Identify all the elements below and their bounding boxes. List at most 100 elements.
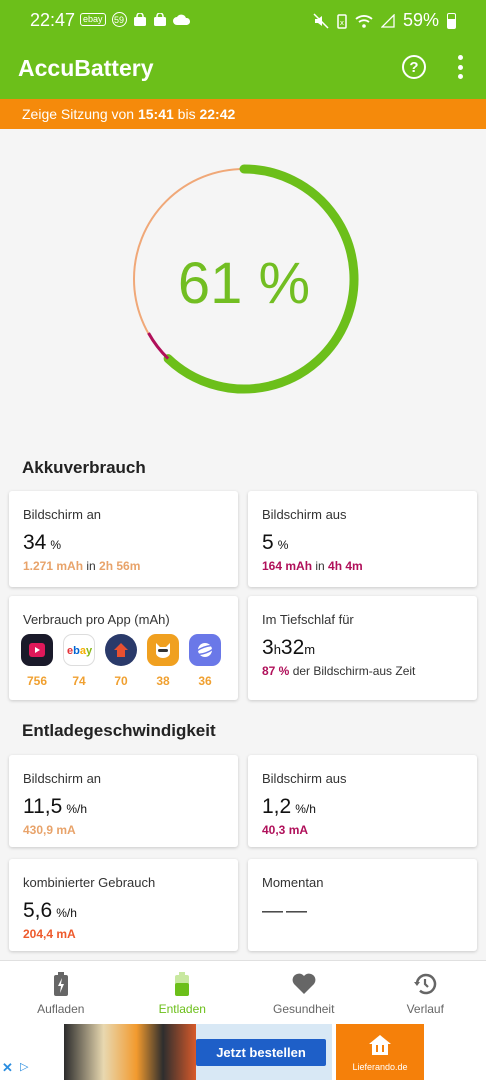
app-value: 38 — [156, 674, 170, 688]
battery-discharging-icon — [175, 971, 190, 997]
card-label: Im Tiefschlaf für — [262, 612, 354, 627]
minutes-unit: m — [304, 642, 316, 657]
count-notification-icon: 59 — [111, 12, 127, 27]
card-label: Momentan — [262, 875, 324, 890]
card-screen-off-usage[interactable]: Bildschirm aus 5% 164 mAh in 4h 4m — [248, 491, 477, 587]
card-label: Bildschirm an — [23, 507, 102, 522]
svg-text:ebay: ebay — [67, 645, 92, 657]
ad-close-icon[interactable]: ✕ — [2, 1060, 13, 1076]
card-discharge-screen-off[interactable]: Bildschirm aus 1,2 %/h 40,3 mA — [248, 755, 477, 847]
value-unit: %/h — [56, 906, 77, 920]
app-item[interactable]: 756 — [21, 634, 53, 688]
help-icon[interactable]: ? — [402, 55, 426, 79]
battery-icon — [447, 12, 456, 29]
card-label: kombinierter Gebrauch — [23, 875, 156, 890]
ad-food-image — [64, 1024, 196, 1080]
app-item[interactable]: 38 — [147, 634, 179, 688]
value-unit: %/h — [295, 802, 316, 816]
mah-value: 1.271 mAh — [23, 559, 84, 573]
card-sub: 204,4 mA — [23, 927, 76, 941]
card-value: 5% — [262, 531, 288, 555]
mute-icon — [313, 12, 329, 29]
card-sub: 430,9 mA — [23, 823, 76, 837]
time-value: 4h 4m — [328, 559, 363, 573]
value-unit: % — [277, 538, 289, 552]
mah-value: 164 mAh — [262, 559, 313, 573]
card-sub: 87 % der Bildschirm-aus Zeit — [262, 664, 415, 678]
card-discharge-momentary[interactable]: Momentan —— — [248, 859, 477, 951]
card-value: 34% — [23, 531, 61, 555]
card-sub: 1.271 mAh in 2h 56m — [23, 559, 140, 573]
ebay-icon: ebay — [63, 634, 95, 666]
session-mid: bis — [173, 106, 200, 122]
overflow-menu-icon[interactable] — [452, 55, 468, 79]
session-to: 22:42 — [199, 106, 236, 122]
card-sub: 40,3 mA — [262, 823, 308, 837]
card-label: Bildschirm aus — [262, 507, 347, 522]
value-number: 11,5 — [23, 795, 63, 818]
nav-verlauf[interactable]: Verlauf — [365, 961, 486, 1022]
signal-icon — [380, 13, 395, 28]
wifi-icon — [355, 14, 373, 28]
ad-choices-icon[interactable]: ▷ — [20, 1060, 28, 1073]
bottom-navigation: Aufladen Entladen Gesundheit Verlauf — [0, 960, 486, 1022]
nav-aufladen[interactable]: Aufladen — [0, 961, 122, 1022]
app-item[interactable]: ebay 74 — [63, 634, 95, 688]
app-value: 70 — [114, 674, 128, 688]
app-item[interactable]: 70 — [105, 634, 137, 688]
status-time: 22:47 — [30, 10, 76, 30]
card-discharge-screen-on[interactable]: Bildschirm an 11,5 %/h 430,9 mA — [9, 755, 238, 847]
cat-icon — [147, 634, 179, 666]
in-word: in — [312, 559, 329, 573]
momentary-value: —— — [262, 899, 310, 922]
app-title: AccuBattery — [18, 55, 154, 81]
hours-unit: h — [273, 642, 281, 657]
akkuverbrauch-title: Akkuverbrauch — [22, 458, 146, 477]
card-deep-sleep[interactable]: Im Tiefschlaf für 3h32m 87 % der Bildsch… — [248, 596, 477, 700]
deep-sleep-text: der Bildschirm-aus Zeit — [289, 664, 416, 678]
nav-label: Gesundheit — [273, 1002, 335, 1016]
gauge-percent: 61 % — [177, 251, 311, 316]
card-label: Verbrauch pro App (mAh) — [23, 612, 170, 627]
card-value: 5,6 %/h — [23, 899, 77, 923]
value-number: 1,2 — [262, 795, 292, 818]
ebay-notification-icon: ebay — [80, 13, 106, 26]
status-right: x 59% — [313, 10, 456, 31]
value-unit: %/h — [66, 802, 88, 816]
session-prefix: Zeige Sitzung von — [22, 106, 138, 122]
session-from: 15:41 — [137, 106, 174, 122]
nav-gesundheit[interactable]: Gesundheit — [243, 961, 365, 1022]
session-bar[interactable]: Zeige Sitzung von 15:41 bis 22:42 — [0, 99, 486, 129]
ad-banner[interactable]: Jetzt bestellen Lieferando.de ✕ ▷ — [0, 1022, 486, 1080]
card-label: Bildschirm an — [23, 771, 102, 786]
time-value: 2h 56m — [99, 559, 141, 573]
card-value: 1,2 %/h — [262, 795, 316, 819]
card-screen-on-usage[interactable]: Bildschirm an 34% 1.271 mAh in 2h 56m — [9, 491, 238, 587]
heart-icon — [292, 971, 316, 997]
nav-label: Aufladen — [37, 1002, 85, 1016]
minutes-value: 32 — [280, 636, 305, 659]
value-number: 5 — [262, 531, 274, 554]
ad-cta-button[interactable]: Jetzt bestellen — [196, 1039, 326, 1066]
app-value: 36 — [198, 674, 212, 688]
shopping-bag-icon-2 — [153, 12, 166, 26]
nav-label: Entladen — [158, 1002, 206, 1016]
battery-saver-icon: x — [337, 13, 347, 29]
card-value: 11,5 %/h — [23, 795, 87, 819]
ma-value: 40,3 mA — [262, 823, 309, 837]
app-value: 74 — [72, 674, 86, 688]
battery-percent: 59% — [402, 10, 439, 30]
svg-text:x: x — [340, 19, 344, 27]
card-value: 3h32m — [262, 636, 315, 660]
nav-label: Verlauf — [406, 1002, 444, 1016]
ma-value: 430,9 mA — [23, 823, 76, 837]
app-item[interactable]: 36 — [189, 634, 221, 688]
nav-entladen[interactable]: Entladen — [122, 961, 244, 1022]
home-icon — [105, 634, 137, 666]
card-usage-per-app[interactable]: Verbrauch pro App (mAh) 756 ebay 74 70 3… — [9, 596, 238, 700]
cloud-icon — [172, 14, 190, 25]
card-discharge-combined[interactable]: kombinierter Gebrauch 5,6 %/h 204,4 mA — [9, 859, 238, 951]
lieferando-logo-icon — [369, 1035, 391, 1055]
card-sub: 164 mAh in 4h 4m — [262, 559, 363, 573]
notification-icons: ebay 59 — [80, 12, 191, 27]
